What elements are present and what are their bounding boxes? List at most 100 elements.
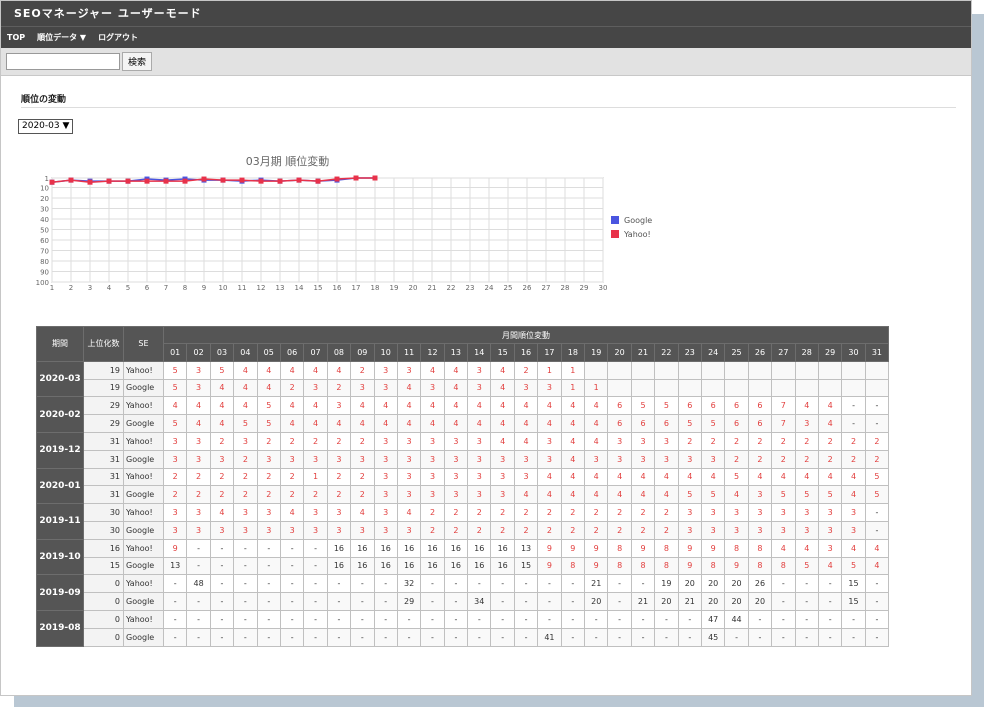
rank-cell: 2 bbox=[326, 467, 352, 487]
se-cell: Google bbox=[123, 378, 164, 398]
rank-cell: 4 bbox=[677, 467, 702, 487]
rank-cell: 3 bbox=[584, 449, 609, 469]
x-tick-label: 13 bbox=[276, 284, 285, 292]
rank-cell: 2 bbox=[186, 485, 211, 505]
rank-cell: 9 bbox=[677, 556, 702, 576]
rank-cell: 4 bbox=[396, 414, 422, 433]
rank-cell: 2 bbox=[256, 467, 281, 487]
day-header: 30 bbox=[841, 343, 866, 362]
y-tick-label: 50 bbox=[40, 226, 49, 234]
rank-cell: 3 bbox=[233, 503, 258, 522]
rank-cell: - bbox=[303, 592, 328, 611]
rank-cell: 4 bbox=[233, 378, 258, 398]
nav-top-link[interactable]: TOP bbox=[7, 33, 25, 42]
rank-cell: 8 bbox=[724, 538, 749, 558]
se-cell: Yahoo! bbox=[123, 396, 164, 416]
chart-title: 03月期 順位変動 bbox=[246, 154, 330, 168]
table-row: 0 Google - - - - - - - - - -29- -34- - - -20-21 20 21 20 20… bbox=[37, 592, 890, 611]
rank-cell: 5 bbox=[841, 556, 866, 576]
rank-cell: 3 bbox=[162, 520, 188, 540]
x-tick-label: 2 bbox=[69, 284, 73, 292]
rank-cell: 20 bbox=[584, 592, 609, 611]
rank-cell: 2 bbox=[256, 431, 281, 451]
count-cell: 19 bbox=[83, 378, 124, 398]
nav-ranking-menu[interactable]: 順位データ ▼ bbox=[37, 32, 86, 43]
rank-cell: - bbox=[303, 538, 328, 558]
day-header: 15 bbox=[490, 343, 515, 362]
rank-cell: 2 bbox=[350, 467, 375, 487]
month-select[interactable]: 2020-03 ▼ bbox=[18, 119, 74, 134]
rank-cell: 6 bbox=[654, 414, 679, 433]
rank-cell: 2 bbox=[350, 431, 375, 451]
rank-cell: - bbox=[654, 609, 679, 629]
search-input[interactable] bbox=[6, 53, 120, 70]
y-tick-label: 80 bbox=[40, 258, 49, 266]
rank-cell: 2 bbox=[162, 485, 188, 505]
rank-cell: 5 bbox=[654, 396, 679, 416]
rank-cell: 16 bbox=[350, 556, 375, 576]
rank-cell: - bbox=[864, 503, 890, 522]
x-tick-label: 4 bbox=[107, 284, 112, 292]
rank-cell: - bbox=[841, 396, 866, 416]
rank-cell: 2 bbox=[560, 520, 586, 540]
rank-cell: 3 bbox=[303, 378, 328, 398]
se-cell: Google bbox=[123, 449, 164, 469]
day-header: 27 bbox=[771, 343, 796, 362]
rank-cell: 2 bbox=[279, 378, 305, 398]
rank-cell bbox=[724, 360, 749, 380]
rank-cell: - bbox=[794, 592, 819, 611]
rank-cell: 20 bbox=[747, 592, 773, 611]
plot-area bbox=[51, 177, 604, 283]
day-header: 06 bbox=[279, 343, 305, 362]
rank-cell: 3 bbox=[303, 503, 328, 522]
rank-cell: 16 bbox=[326, 556, 352, 576]
rank-cell: 2 bbox=[677, 431, 702, 451]
rank-cell: - bbox=[490, 627, 515, 647]
rank-cell: - bbox=[537, 592, 562, 611]
rank-cell: 9 bbox=[584, 538, 609, 558]
data-point bbox=[144, 178, 150, 184]
rank-cell: 2 bbox=[513, 360, 539, 380]
rank-cell: 3 bbox=[186, 449, 211, 469]
rank-cell: - bbox=[420, 627, 445, 647]
rank-cell: - bbox=[560, 592, 586, 611]
period-cell: 2020-01 bbox=[36, 467, 84, 505]
day-header: 19 bbox=[584, 343, 609, 362]
rank-cell: 2 bbox=[841, 431, 866, 451]
rank-cell: 16 bbox=[420, 556, 445, 576]
rank-cell: 5 bbox=[771, 485, 796, 505]
rank-cell: 4 bbox=[864, 538, 890, 558]
legend-label: Google bbox=[624, 216, 652, 225]
y-tick-label: 100 bbox=[36, 279, 49, 287]
day-header: 04 bbox=[233, 343, 258, 362]
rank-cell: 15 bbox=[841, 592, 866, 611]
rank-cell: - bbox=[841, 609, 866, 629]
rank-cell: - bbox=[303, 574, 328, 594]
rank-cell: 3 bbox=[817, 538, 843, 558]
rank-cell: 4 bbox=[420, 396, 445, 416]
month-header: 月間順位変動 bbox=[162, 326, 890, 344]
rank-cell: 5 bbox=[700, 485, 726, 505]
search-button[interactable]: 検索 bbox=[122, 52, 153, 71]
x-tick-label: 25 bbox=[504, 284, 513, 292]
rank-cell: - bbox=[233, 609, 258, 629]
data-point bbox=[258, 178, 264, 184]
rank-cell: 3 bbox=[607, 449, 632, 469]
rank-cell: 2 bbox=[303, 431, 328, 451]
rank-cell: 3 bbox=[186, 378, 211, 398]
rank-cell: 4 bbox=[513, 396, 539, 416]
x-tick-label: 15 bbox=[314, 284, 323, 292]
section-divider bbox=[21, 107, 956, 108]
nav-logout-link[interactable]: ログアウト bbox=[98, 32, 138, 43]
table-row: 2019-10 16 Yahoo! 9- - - - - -16 16 16 16 16 16 16 16 13… bbox=[36, 538, 890, 576]
rank-cell: 16 bbox=[396, 538, 422, 558]
rank-cell: - bbox=[396, 609, 422, 629]
x-tick-label: 7 bbox=[164, 284, 168, 292]
data-point bbox=[277, 178, 283, 184]
count-cell: 30 bbox=[83, 520, 124, 540]
rank-cell: 4 bbox=[373, 414, 398, 433]
rank-cell: 3 bbox=[420, 431, 445, 451]
rank-cell: 9 bbox=[724, 556, 749, 576]
rank-cell: 2 bbox=[724, 449, 749, 469]
rank-cell: 5 bbox=[817, 485, 843, 505]
